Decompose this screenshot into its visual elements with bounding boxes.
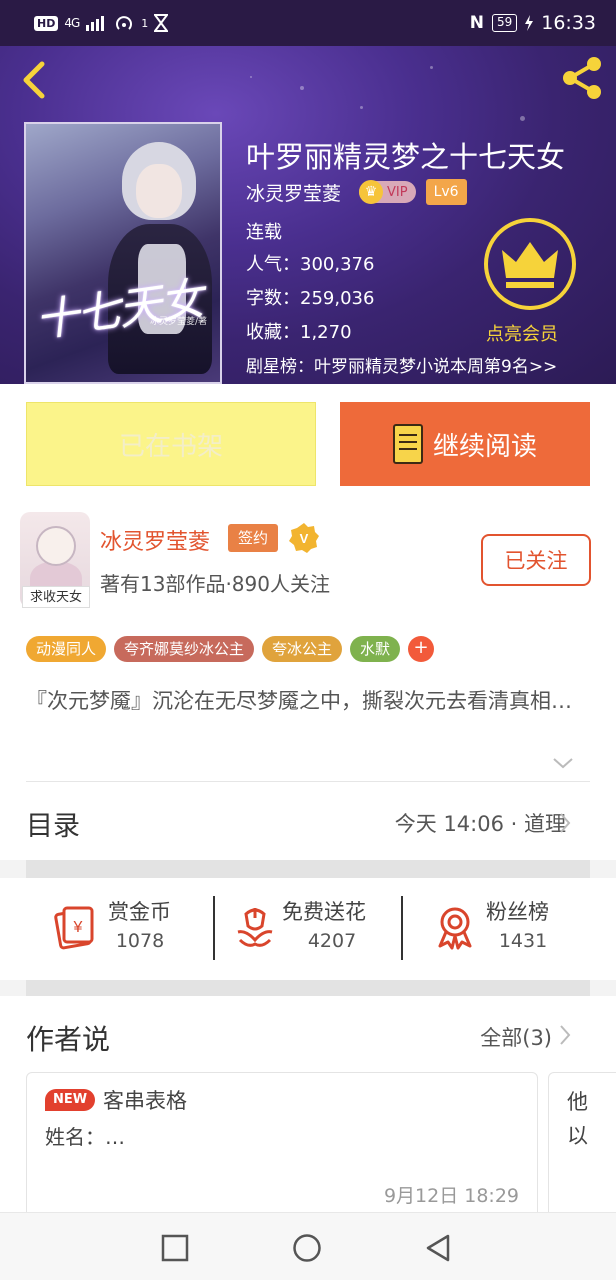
hourglass-icon <box>154 14 169 32</box>
reward-coins-stat[interactable]: ¥ 赏金币 1078 <box>52 892 202 962</box>
stat-label: 赏金币 <box>108 900 171 924</box>
popularity: 人气：300,376 <box>246 254 375 275</box>
toc-label[interactable]: 目录 <box>26 804 80 843</box>
back-arrow-icon[interactable] <box>18 60 48 100</box>
signal-label: 4G <box>64 16 80 30</box>
author-says-title: 作者说 <box>26 1023 111 1056</box>
level-badge: Lv6 <box>425 179 467 205</box>
more-tags-button[interactable]: + <box>408 636 435 662</box>
author-section: 求收天女 冰灵罗莹菱 签约 V 著有13部作品·890人关注 已关注 动漫同人 … <box>0 494 616 860</box>
word-count: 字数：259,036 <box>246 288 375 309</box>
author-note-card[interactable]: NEW 客串表格 姓名：… 9月12日 18:29 <box>26 1072 538 1220</box>
author-name[interactable]: 冰灵罗莹菱 <box>246 179 341 206</box>
view-all-link[interactable]: 全部(3) <box>480 1022 552 1052</box>
section-gap <box>26 860 590 878</box>
stat-label: 粉丝榜 <box>486 900 549 924</box>
clock: 16:33 <box>541 12 596 34</box>
vip-label: VIP <box>387 184 408 200</box>
divider <box>401 896 403 960</box>
fan-ranking-stat[interactable]: 粉丝榜 1431 <box>432 892 582 962</box>
note-title: 客串表格 <box>103 1089 187 1113</box>
system-nav-bar <box>0 1212 616 1280</box>
note-timestamp: 9月12日 18:29 <box>383 1185 519 1207</box>
section-gap <box>26 980 590 996</box>
chevron-down-icon[interactable] <box>552 756 574 770</box>
chevron-right-icon[interactable] <box>558 812 572 834</box>
serial-status: 连载 <box>246 222 282 243</box>
member-label[interactable]: 点亮会员 <box>486 320 558 346</box>
tag-list: 动漫同人 夸齐娜莫纱冰公主 夸冰公主 水默 + <box>26 636 435 662</box>
book-cover[interactable]: 十七天女 冰灵罗莹菱/著 <box>24 122 222 384</box>
verified-icon: V <box>289 523 319 553</box>
new-badge: NEW <box>45 1089 95 1111</box>
author-works-info: 著有13部作品·890人关注 <box>100 572 330 596</box>
book-icon <box>392 424 423 464</box>
continue-reading-label: 继续阅读 <box>432 431 537 462</box>
back-nav-icon[interactable] <box>424 1233 454 1263</box>
hd-indicator: HD <box>34 15 59 31</box>
book-title: 叶罗丽精灵梦之十七天女 <box>246 140 566 174</box>
action-bar: 已在书架 继续阅读 <box>0 384 616 494</box>
vip-badge: ♛ VIP <box>359 180 416 204</box>
on-shelf-button[interactable]: 已在书架 <box>26 402 316 486</box>
book-description[interactable]: 『次元梦魇』沉沦在无尽梦魇之中，撕裂次元去看清真相… <box>26 684 592 718</box>
follow-button[interactable]: 已关注 <box>481 534 591 586</box>
divider <box>26 781 590 782</box>
continue-reading-button[interactable]: 继续阅读 <box>340 402 590 486</box>
note-body: 姓名：… <box>45 1125 125 1149</box>
stat-label: 免费送花 <box>282 900 366 924</box>
author-card-name[interactable]: 冰灵罗莹菱 <box>100 524 210 556</box>
ranking-link[interactable]: 剧星榜：叶罗丽精灵梦小说本周第9名>> <box>246 352 557 377</box>
home-icon[interactable] <box>292 1233 322 1263</box>
book-header: 十七天女 冰灵罗莹菱/著 叶罗丽精灵梦之十七天女 冰灵罗莹菱 ♛ VIP Lv6… <box>0 46 616 384</box>
member-crown-button[interactable] <box>484 218 576 310</box>
free-flowers-stat[interactable]: 免费送花 4207 <box>232 892 392 962</box>
chevron-right-icon[interactable] <box>558 1024 572 1046</box>
cover-subtitle: 冰灵罗莹菱/著 <box>150 317 208 327</box>
tag-item[interactable]: 水默 <box>350 636 401 662</box>
avatar-caption: 求收天女 <box>22 586 90 608</box>
author-note-card[interactable]: 他 以 <box>548 1072 616 1220</box>
divider <box>213 896 215 960</box>
status-bar: HD 4G 1 N 59 16:33 <box>0 0 616 46</box>
stat-value: 1431 <box>498 930 548 952</box>
battery-indicator: 59 <box>491 14 518 32</box>
favorites-count: 收藏：1,270 <box>246 322 352 343</box>
author-row: 冰灵罗莹菱 ♛ VIP Lv6 <box>246 178 467 206</box>
recent-apps-icon[interactable] <box>160 1233 190 1263</box>
svg-text:V: V <box>300 531 309 546</box>
hotspot-icon <box>116 16 133 30</box>
stats-bar: ¥ 赏金币 1078 免费送花 4207 粉丝榜 1431 <box>0 878 616 980</box>
share-icon[interactable] <box>558 54 606 102</box>
tag-item[interactable]: 夸冰公主 <box>262 636 343 662</box>
charging-icon <box>525 15 534 31</box>
signed-badge: 签约 <box>228 524 278 552</box>
stat-value: 1078 <box>115 930 165 952</box>
tag-item[interactable]: 动漫同人 <box>26 636 107 662</box>
crown-icon <box>502 242 558 288</box>
signal-icon <box>86 16 105 31</box>
stat-value: 4207 <box>307 930 357 952</box>
note-body: 他 以 <box>567 1090 588 1148</box>
crown-small-icon: ♛ <box>359 180 384 204</box>
tag-item[interactable]: 夸齐娜莫纱冰公主 <box>114 636 255 662</box>
nfc-icon: N <box>469 13 484 33</box>
author-says-section: 作者说 全部(3) NEW 客串表格 姓名：… 9月12日 18:29 他 以 <box>0 996 616 1220</box>
hotspot-badge: 1 <box>141 16 149 30</box>
toc-latest-chapter[interactable]: 今天 14:06 · 道理 <box>395 808 566 838</box>
